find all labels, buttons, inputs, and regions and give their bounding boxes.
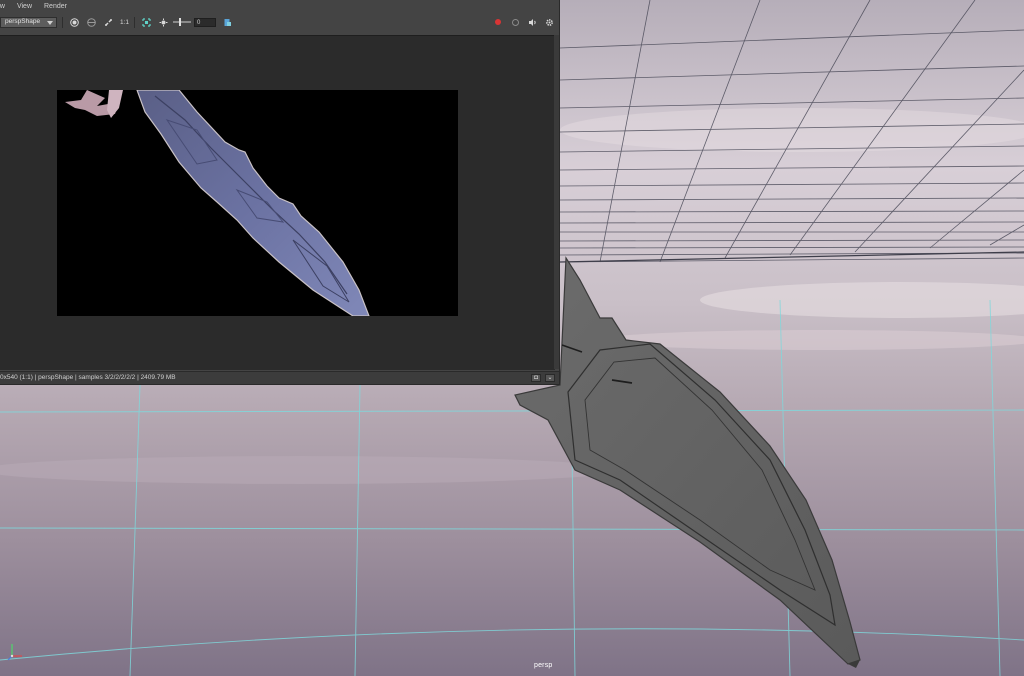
camera-select-value: perspShape xyxy=(5,18,41,25)
rendered-blade xyxy=(65,90,370,316)
slider-handle[interactable] xyxy=(179,18,182,26)
exposure-field[interactable]: 0 xyxy=(194,17,217,27)
record-icon[interactable] xyxy=(492,16,504,28)
expand-icon[interactable]: ⌄ xyxy=(545,374,555,382)
camera-icon[interactable]: ◘ xyxy=(531,374,541,382)
status-icons: ◘ ⌄ xyxy=(531,374,555,382)
render-image xyxy=(57,90,458,316)
sound-icon[interactable] xyxy=(526,16,538,28)
toolbar-right xyxy=(487,16,555,28)
chevron-down-icon xyxy=(47,20,53,25)
axis-gizmo-icon xyxy=(6,640,26,662)
color-icon[interactable] xyxy=(221,16,233,28)
gear-icon[interactable] xyxy=(543,16,555,28)
camera-select[interactable]: perspShape xyxy=(0,16,57,28)
exposure-slider[interactable] xyxy=(173,18,192,26)
scrollbar[interactable] xyxy=(554,35,559,369)
render-view-window: ow View Render perspShape 1:1 0 xyxy=(0,0,560,385)
snapshot-icon[interactable] xyxy=(68,16,80,28)
ratio-button[interactable]: 1:1 xyxy=(120,19,129,26)
region-icon[interactable] xyxy=(140,16,152,28)
menu-bar: ow View Render xyxy=(0,0,559,14)
refresh-icon[interactable] xyxy=(102,16,114,28)
exposure-icon[interactable] xyxy=(157,16,169,28)
toolbar-divider xyxy=(134,16,136,28)
toolbar-divider xyxy=(62,16,63,28)
compare-icon[interactable] xyxy=(85,16,97,28)
menu-view[interactable]: View xyxy=(17,0,32,14)
menu-window[interactable]: ow xyxy=(0,0,5,14)
render-status-text: 0x540 (1:1) | perspShape | samples 3/2/2… xyxy=(0,374,176,381)
stop-icon[interactable] xyxy=(509,16,521,28)
camera-label: persp xyxy=(534,662,553,669)
status-bar: 0x540 (1:1) | perspShape | samples 3/2/2… xyxy=(0,371,559,384)
render-area[interactable] xyxy=(0,35,555,370)
menu-render[interactable]: Render xyxy=(44,0,67,14)
render-toolbar: perspShape 1:1 0 xyxy=(0,14,559,30)
